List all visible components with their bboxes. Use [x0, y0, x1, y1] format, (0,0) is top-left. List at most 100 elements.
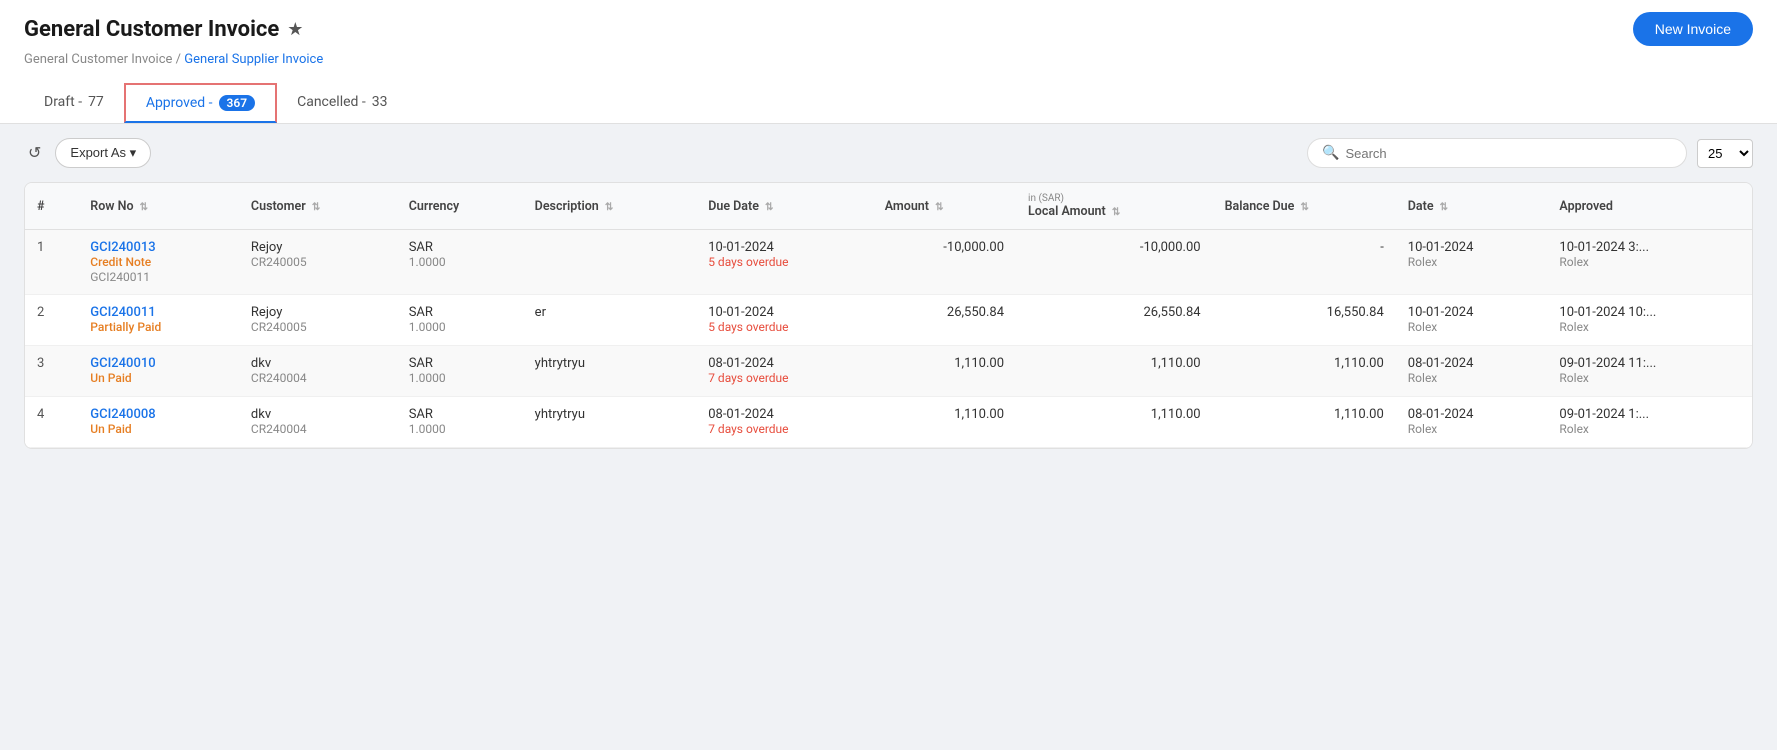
cell-num: 3 — [25, 346, 78, 397]
cell-local-amount: 26,550.84 — [1016, 295, 1213, 346]
due-date-value: 10-01-2024 — [708, 305, 774, 320]
approved-value: 09-01-2024 11:... — [1559, 356, 1656, 371]
cell-customer: dkv CR240004 — [239, 397, 397, 448]
cell-row-no: GCI240013 Credit Note GCI240011 — [78, 230, 239, 295]
cell-num: 4 — [25, 397, 78, 448]
status-tag: Un Paid — [90, 422, 131, 436]
table-header-row: # Row No ⇅ Customer ⇅ Currency Descripti… — [25, 183, 1752, 230]
tab-draft[interactable]: Draft - 77 — [24, 83, 124, 123]
main-content: # Row No ⇅ Customer ⇅ Currency Descripti… — [0, 182, 1777, 473]
col-customer[interactable]: Customer ⇅ — [239, 183, 397, 230]
header-top: General Customer Invoice ★ New Invoice — [24, 12, 1753, 52]
cell-num: 2 — [25, 295, 78, 346]
tab-cancelled-label: Cancelled - — [297, 94, 366, 110]
overdue-text: 7 days overdue — [708, 422, 861, 436]
currency-value: SAR — [409, 407, 433, 422]
table-row[interactable]: 2 GCI240011 Partially Paid Rejoy CR24000… — [25, 295, 1752, 346]
breadcrumb-link[interactable]: General Supplier Invoice — [184, 52, 323, 67]
overdue-text: 5 days overdue — [708, 255, 861, 269]
col-description[interactable]: Description ⇅ — [523, 183, 697, 230]
tab-approved-label: Approved - — [146, 95, 213, 111]
status-tag: Un Paid — [90, 371, 131, 385]
tab-draft-count: 77 — [88, 94, 104, 110]
search-input[interactable] — [1345, 146, 1672, 161]
table-body: 1 GCI240013 Credit Note GCI240011 Rejoy … — [25, 230, 1752, 448]
date-value: 10-01-2024 — [1408, 305, 1474, 320]
cell-customer: dkv CR240004 — [239, 346, 397, 397]
col-date[interactable]: Date ⇅ — [1396, 183, 1548, 230]
customer-name: Rejoy — [251, 305, 282, 320]
tab-approved[interactable]: Approved - 367 — [124, 83, 277, 123]
approved-sub: Rolex — [1559, 422, 1740, 436]
table-row[interactable]: 3 GCI240010 Un Paid dkv CR240004 SAR 1.0… — [25, 346, 1752, 397]
cell-approved: 09-01-2024 11:... Rolex — [1547, 346, 1752, 397]
col-balance-due[interactable]: Balance Due ⇅ — [1213, 183, 1396, 230]
tab-cancelled[interactable]: Cancelled - 33 — [277, 83, 407, 123]
star-icon[interactable]: ★ — [287, 19, 303, 40]
overdue-text: 7 days overdue — [708, 371, 861, 385]
invoice-id-link[interactable]: GCI240010 — [90, 356, 227, 371]
cell-approved: 10-01-2024 3:... Rolex — [1547, 230, 1752, 295]
approved-value: 10-01-2024 10:... — [1559, 305, 1656, 320]
toolbar: ↺ Export As ▾ 🔍 25 50 100 — [0, 124, 1777, 182]
cell-due-date: 08-01-2024 7 days overdue — [696, 346, 873, 397]
customer-sub: CR240005 — [251, 255, 385, 269]
currency-value: SAR — [409, 356, 433, 371]
col-amount[interactable]: Amount ⇅ — [873, 183, 1016, 230]
cell-balance-due: - — [1213, 230, 1396, 295]
due-date-value: 10-01-2024 — [708, 240, 774, 255]
approved-value: 10-01-2024 3:... — [1559, 240, 1649, 255]
cell-currency: SAR 1.0000 — [397, 295, 523, 346]
invoice-id-link[interactable]: GCI240008 — [90, 407, 227, 422]
title-area: General Customer Invoice ★ — [24, 17, 303, 42]
toolbar-left: ↺ Export As ▾ — [24, 138, 151, 168]
row-no-sub2: GCI240011 — [90, 270, 227, 284]
cell-balance-due: 1,110.00 — [1213, 346, 1396, 397]
cell-date: 08-01-2024 Rolex — [1396, 397, 1548, 448]
cell-description: yhtrytryu — [523, 346, 697, 397]
customer-name: dkv — [251, 407, 271, 422]
search-box: 🔍 — [1307, 138, 1687, 168]
currency-rate: 1.0000 — [409, 320, 511, 334]
cell-date: 10-01-2024 Rolex — [1396, 295, 1548, 346]
approved-sub: Rolex — [1559, 371, 1740, 385]
cell-row-no: GCI240010 Un Paid — [78, 346, 239, 397]
cell-amount: -10,000.00 — [873, 230, 1016, 295]
due-date-value: 08-01-2024 — [708, 356, 774, 371]
new-invoice-button[interactable]: New Invoice — [1633, 12, 1753, 46]
invoice-id-link[interactable]: GCI240013 — [90, 240, 227, 255]
cell-currency: SAR 1.0000 — [397, 346, 523, 397]
date-sub: Rolex — [1408, 422, 1536, 436]
export-button[interactable]: Export As ▾ — [55, 138, 151, 168]
cell-customer: Rejoy CR240005 — [239, 230, 397, 295]
currency-value: SAR — [409, 240, 433, 255]
status-tag: Credit Note — [90, 255, 151, 269]
cell-description: yhtrytryu — [523, 397, 697, 448]
col-row-no[interactable]: Row No ⇅ — [78, 183, 239, 230]
cell-local-amount: 1,110.00 — [1016, 397, 1213, 448]
customer-name: Rejoy — [251, 240, 282, 255]
date-sub: Rolex — [1408, 371, 1536, 385]
cell-description: er — [523, 295, 697, 346]
table-row[interactable]: 4 GCI240008 Un Paid dkv CR240004 SAR 1.0… — [25, 397, 1752, 448]
invoice-table: # Row No ⇅ Customer ⇅ Currency Descripti… — [25, 183, 1752, 448]
search-icon: 🔍 — [1322, 145, 1339, 161]
cell-balance-due: 1,110.00 — [1213, 397, 1396, 448]
invoice-id-link[interactable]: GCI240011 — [90, 305, 227, 320]
cell-due-date: 10-01-2024 5 days overdue — [696, 230, 873, 295]
date-sub: Rolex — [1408, 255, 1536, 269]
due-date-value: 08-01-2024 — [708, 407, 774, 422]
page-size-select[interactable]: 25 50 100 — [1697, 139, 1753, 168]
customer-sub: CR240004 — [251, 371, 385, 385]
date-value: 10-01-2024 — [1408, 240, 1474, 255]
table-row[interactable]: 1 GCI240013 Credit Note GCI240011 Rejoy … — [25, 230, 1752, 295]
cell-approved: 09-01-2024 1:... Rolex — [1547, 397, 1752, 448]
breadcrumb: General Customer Invoice / General Suppl… — [24, 52, 1753, 79]
refresh-button[interactable]: ↺ — [24, 139, 45, 167]
col-due-date[interactable]: Due Date ⇅ — [696, 183, 873, 230]
status-tag: Partially Paid — [90, 320, 161, 334]
col-local-amount[interactable]: in (SAR) Local Amount ⇅ — [1016, 183, 1213, 230]
date-value: 08-01-2024 — [1408, 356, 1474, 371]
cell-customer: Rejoy CR240005 — [239, 295, 397, 346]
cell-amount: 26,550.84 — [873, 295, 1016, 346]
